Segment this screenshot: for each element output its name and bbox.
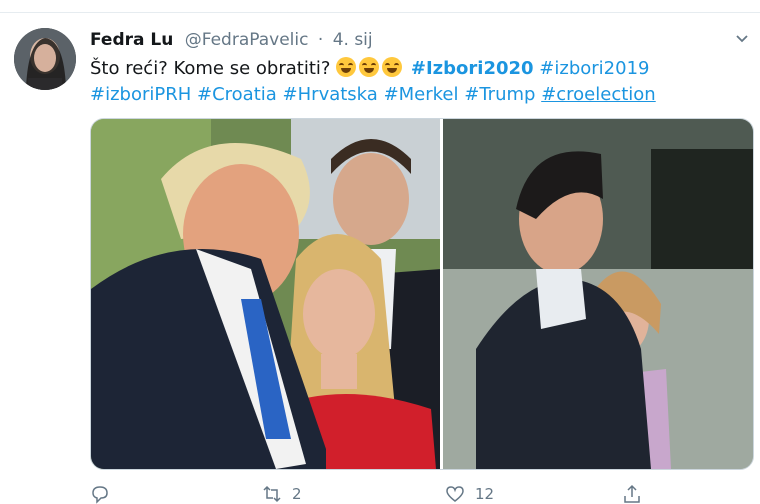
hashtag-link[interactable]: #Hrvatska <box>283 84 378 105</box>
tears-of-joy-emoji <box>336 57 357 77</box>
hashtag-link[interactable]: #izbori2019 <box>539 58 649 79</box>
hashtag-link[interactable]: #croelection <box>541 84 656 105</box>
retweet-button[interactable]: 2 <box>262 484 302 504</box>
hashtag-link[interactable]: #Croatia <box>197 84 277 105</box>
tweet-actions: 2 12 <box>90 484 690 504</box>
hashtag-link[interactable]: #Izbori2020 <box>411 58 534 79</box>
tweet-date[interactable]: 4. sij <box>333 30 373 50</box>
reply-icon <box>92 486 108 504</box>
author-name[interactable]: Fedra Lu <box>90 30 173 50</box>
retweet-icon <box>263 485 281 503</box>
share-button[interactable] <box>622 484 652 504</box>
chevron-down-icon[interactable] <box>734 30 750 46</box>
share-icon <box>624 484 640 503</box>
tweet-text: Što reći? Kome se obratiti? #Izbori2020 … <box>90 56 740 108</box>
tears-of-joy-emoji <box>382 57 403 77</box>
heart-icon <box>446 486 464 502</box>
hashtag-link[interactable]: #Merkel <box>384 84 459 105</box>
avatar[interactable] <box>14 28 76 90</box>
retweet-count: 2 <box>292 485 302 503</box>
separator-dot: · <box>317 30 324 50</box>
like-count: 12 <box>475 485 495 503</box>
top-divider <box>0 12 760 13</box>
tweet-text-intro: Što reći? Kome se obratiti? <box>90 58 331 79</box>
tweet-media-image[interactable] <box>90 118 754 470</box>
like-button[interactable]: 12 <box>445 484 494 504</box>
hashtag-link[interactable]: #izboriPRH <box>90 84 191 105</box>
author-handle[interactable]: @FedraPavelic <box>185 30 309 50</box>
tears-of-joy-emoji <box>359 57 380 77</box>
hashtag-link[interactable]: #Trump <box>464 84 535 105</box>
tweet-header: Fedra Lu @FedraPavelic · 4. sij <box>90 30 373 50</box>
reply-button[interactable] <box>90 484 120 504</box>
